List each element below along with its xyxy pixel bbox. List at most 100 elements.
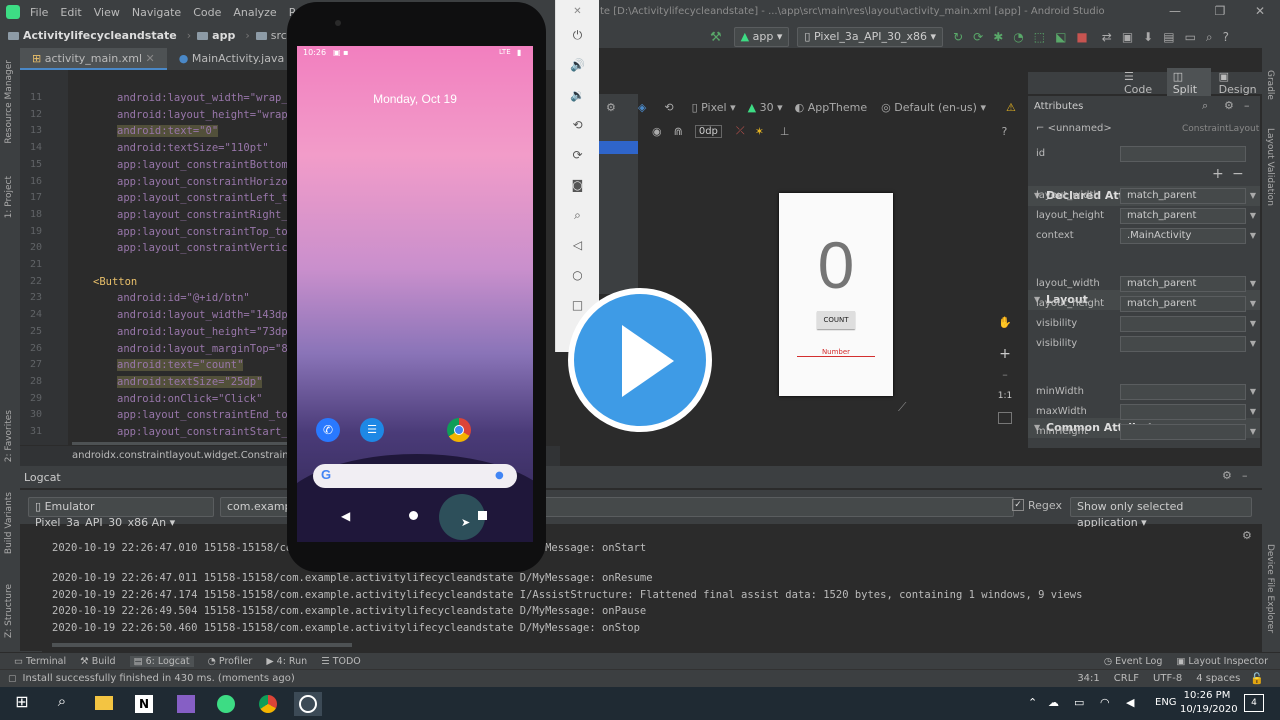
search-icon[interactable]: ⌕ (48, 692, 76, 716)
file-explorer-icon[interactable] (90, 692, 118, 716)
logcat-gear-icon[interactable]: ⚙ (1242, 529, 1252, 542)
indent-setting[interactable]: 4 spaces (1196, 673, 1240, 684)
zoom-in-icon[interactable]: + (994, 346, 1016, 362)
code-line[interactable]: app:layout_constraintLeft_to (117, 192, 294, 204)
common-attribute-value[interactable] (1120, 384, 1246, 400)
chevron-down-icon[interactable]: ▼ (1250, 226, 1256, 246)
code-line[interactable]: android:onClick="Click" (117, 393, 262, 405)
chevron-down-icon[interactable]: ▼ (1250, 402, 1256, 422)
maximize-button[interactable]: ❐ (1205, 4, 1235, 18)
structure-tab[interactable]: Z: Structure (4, 584, 14, 638)
palette-selected-item[interactable] (598, 141, 638, 154)
common-attribute-value[interactable] (1120, 404, 1246, 420)
code-line[interactable]: app:layout_constraintEnd_toE (117, 409, 294, 421)
eye-icon[interactable]: ◉ (652, 125, 662, 138)
chevron-down-icon[interactable]: ▼ (1250, 186, 1256, 206)
help-icon[interactable]: ? (1223, 30, 1229, 44)
run-config-select[interactable]: ▲ app ▾ (733, 27, 790, 47)
android-studio-icon[interactable] (212, 692, 240, 716)
terminal-tab[interactable]: ▭ Terminal (14, 656, 66, 667)
volume-up-icon[interactable]: 🔊 (556, 58, 599, 72)
default-margin-select[interactable]: 0dp (694, 124, 722, 138)
code-line[interactable]: android:text="count" (117, 359, 244, 372)
profiler-tab[interactable]: ◔ Profiler (208, 656, 253, 667)
visual-studio-icon[interactable] (172, 692, 200, 716)
id-input[interactable] (1120, 146, 1246, 162)
layout-inspector-icon[interactable]: ▤ (1163, 30, 1174, 44)
code-line[interactable]: <Button (93, 276, 137, 288)
notion-icon[interactable]: N (130, 692, 158, 716)
tab-main-activity[interactable]: ● MainActivity.java (167, 48, 296, 70)
layout-attribute-value[interactable]: match_parent (1120, 276, 1246, 292)
menu-file[interactable]: File (30, 6, 48, 19)
logcat-minimize-icon[interactable]: – (1242, 469, 1248, 482)
code-line[interactable]: android:textSize="25dp" (117, 375, 263, 388)
magnet-icon[interactable]: ⋒ (674, 125, 683, 138)
logcat-bottom-tab[interactable]: ▤ 6: Logcat (129, 656, 194, 667)
code-line[interactable]: android:layout_height="73dp" (117, 326, 294, 338)
attach-debugger-icon[interactable]: ⬚ (1034, 30, 1045, 44)
chevron-down-icon[interactable]: ▼ (1250, 206, 1256, 226)
code-line[interactable]: android:layout_width="wrap_c (117, 92, 294, 104)
cursor-position[interactable]: 34:1 (1077, 673, 1099, 684)
breadcrumb-constraintlayout[interactable]: androidx.constraintlayout.widget.Constra… (72, 450, 316, 461)
logcat-filter-select[interactable]: Show only selected application ▾ (1070, 497, 1252, 529)
menu-view[interactable]: View (94, 6, 120, 19)
emulator-close-icon[interactable]: ✕ (556, 6, 599, 17)
locale-select[interactable]: ◎ Default (en-us) ▾ (881, 101, 986, 114)
nav-recents-icon[interactable] (478, 511, 487, 520)
code-line[interactable]: android:layout_height="wrap_ (117, 109, 294, 121)
search-everywhere-icon[interactable]: ⌕ (1206, 30, 1213, 45)
chevron-down-icon[interactable]: ▼ (1250, 274, 1256, 294)
network-icon[interactable]: ▭ (1074, 696, 1084, 709)
emulator-screen[interactable]: 10:26 ▣ ▪ LTE ▮ Monday, Oct 19 ✆ ☰ G ● ◀… (297, 46, 533, 542)
clock-date[interactable]: 10/19/2020 (1180, 704, 1238, 715)
breadcrumb-project[interactable]: Activitylifecycleandstate (23, 29, 177, 42)
hammer-icon[interactable]: ⚒ (710, 30, 722, 45)
chrome-icon[interactable] (254, 692, 282, 716)
declared-attribute-value[interactable]: match_parent (1120, 188, 1246, 204)
project-tab[interactable]: 1: Project (4, 176, 14, 218)
logcat-output[interactable]: 2020-10-19 22:26:47.010 15158-15158/com.… (20, 527, 1242, 651)
volume-down-icon[interactable]: 🔉 (556, 88, 599, 102)
chrome-app-icon[interactable] (447, 418, 471, 442)
tab-activity-main[interactable]: ⊞ activity_main.xml ✕ (20, 48, 167, 70)
api-select[interactable]: ▲ 30 ▾ (748, 101, 783, 114)
code-line[interactable]: android:id="@+id/btn" (117, 292, 250, 304)
preview-number-field[interactable]: Number (797, 348, 875, 357)
code-mode-button[interactable]: ☰ Code (1124, 70, 1159, 96)
windows-start-icon[interactable]: ⊞ (8, 692, 36, 716)
run-icon[interactable]: ↻ (953, 30, 963, 44)
warning-icon[interactable]: ⚠ (1006, 101, 1016, 114)
layers-icon[interactable]: ◈ (638, 101, 646, 114)
clear-constraints-icon[interactable]: ⤫ (736, 124, 745, 138)
code-line[interactable]: app:layout_constraintHorizor (117, 176, 294, 188)
camera-icon[interactable]: ◙ (556, 178, 599, 192)
gear-icon[interactable]: ⚙ (1224, 99, 1234, 112)
rotate-left-icon[interactable]: ⟲ (556, 118, 599, 132)
build-tab[interactable]: ⚒ Build (80, 656, 115, 667)
declared-attribute-value[interactable]: match_parent (1120, 208, 1246, 224)
code-line[interactable]: app:layout_constraintVertica (117, 242, 294, 254)
stop-icon[interactable]: ■ (1076, 30, 1087, 44)
orientation-icon[interactable]: ⟲ (664, 101, 673, 114)
declared-attribute-value[interactable]: .MainActivity (1120, 228, 1246, 244)
attach-icon[interactable]: ⬕ (1055, 30, 1066, 44)
editor-scrollbar[interactable] (72, 442, 312, 445)
volume-icon[interactable]: ◀ (1126, 696, 1134, 709)
split-mode-button[interactable]: ◫ Split (1166, 68, 1211, 98)
tray-cloud-icon[interactable]: ☁ (1048, 696, 1059, 709)
google-search-bar[interactable]: G ● (313, 464, 517, 488)
chevron-down-icon[interactable]: ▼ (1250, 334, 1256, 354)
messages-app-icon[interactable]: ☰ (360, 418, 384, 442)
nav-back-icon[interactable]: ◀ (341, 509, 350, 523)
event-log-tab[interactable]: ◷ Event Log (1104, 656, 1163, 667)
settings-icon[interactable]: ⚙ (606, 101, 616, 114)
home-icon[interactable]: ○ (556, 268, 599, 282)
common-attribute-value[interactable] (1120, 424, 1246, 440)
preview-number[interactable]: 0 (779, 227, 893, 303)
nav-home-icon[interactable] (409, 511, 418, 520)
clock-time[interactable]: 10:26 PM (1180, 690, 1234, 701)
code-line[interactable]: android:layout_marginTop="8c (117, 343, 294, 355)
regex-checkbox[interactable]: ✓ (1012, 499, 1024, 511)
